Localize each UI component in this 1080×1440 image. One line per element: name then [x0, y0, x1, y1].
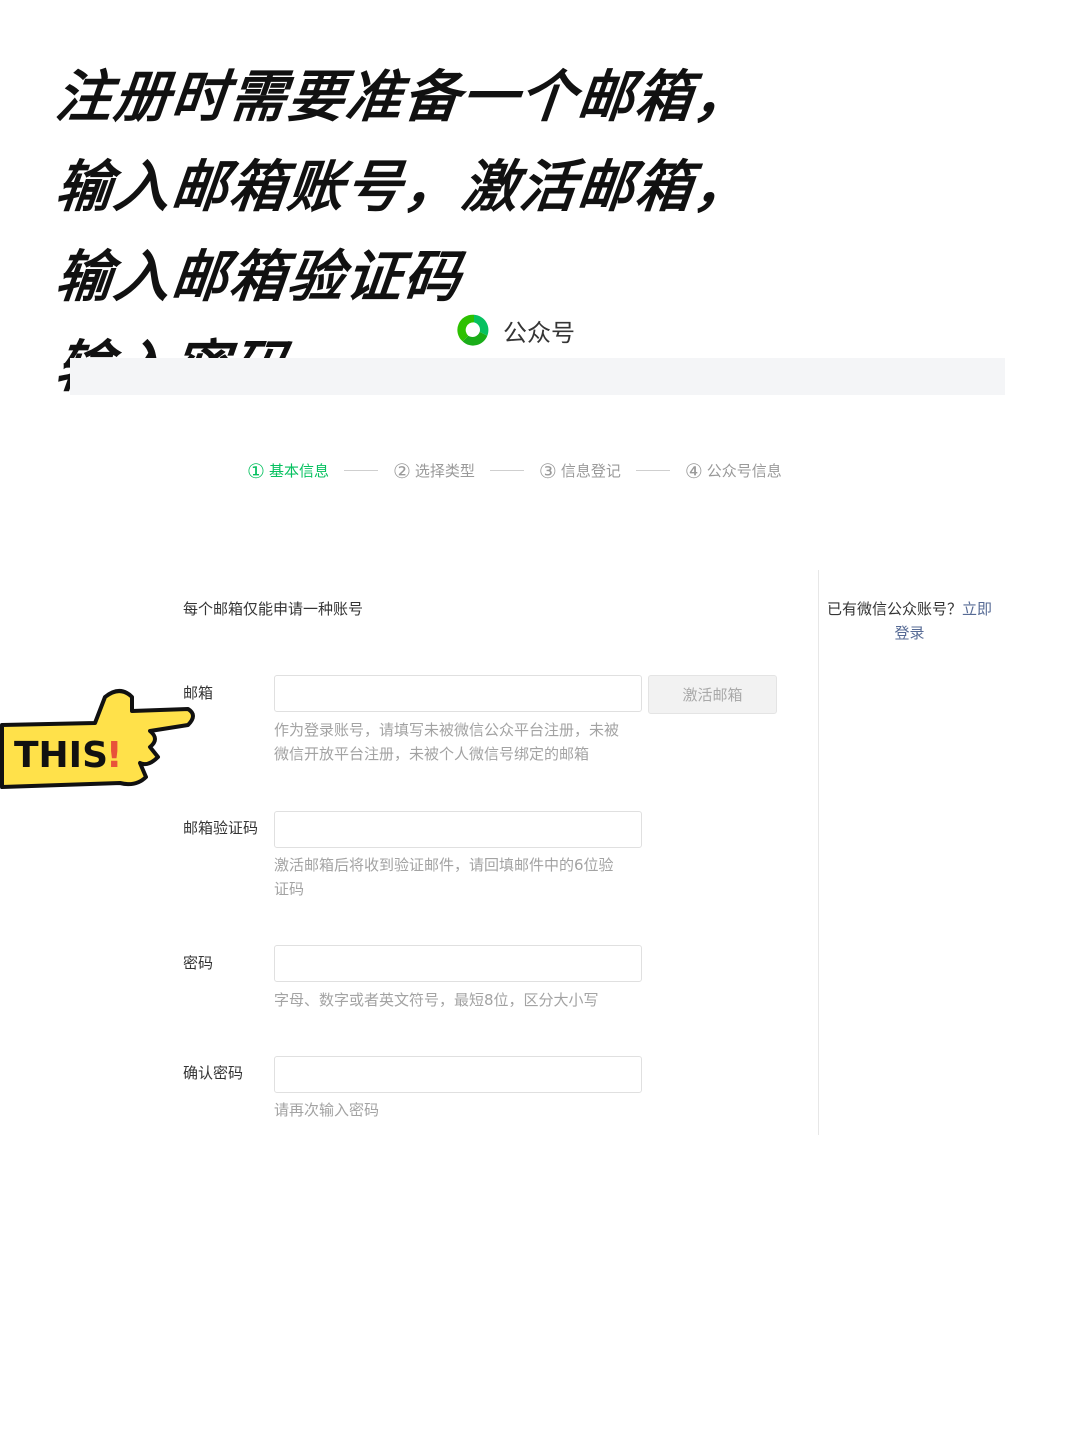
step-number: ④ [684, 458, 703, 483]
confirm-password-tip: 请再次输入密码 [274, 1101, 380, 1119]
step-choose-type: ② 选择类型 [393, 460, 475, 481]
svg-text:THIS: THIS [14, 735, 108, 776]
password-field[interactable] [274, 945, 642, 982]
note-line-3: 输入邮箱验证码 [52, 244, 466, 310]
step-separator [635, 470, 670, 471]
note-line-2: 输入邮箱账号，激活邮箱， [52, 154, 756, 220]
step-number: ① [247, 458, 265, 483]
form-intro: 每个邮箱仅能申请一种账号 [183, 600, 364, 618]
existing-account-note: 已有微信公众账号？立即登录 [822, 597, 997, 645]
this-pointing-hand-icon: THIS ! [0, 689, 195, 789]
existing-account-text: 已有微信公众账号？ [826, 600, 962, 618]
password-tip: 字母、数字或者英文符号，最短8位，区分大小写 [274, 991, 599, 1009]
confirm-password-field[interactable] [274, 1056, 642, 1093]
brand-name: 公众号 [503, 319, 575, 347]
step-label: 公众号信息 [706, 462, 782, 480]
step-number: ③ [538, 458, 557, 483]
wechat-official-account-logo-icon [457, 314, 489, 346]
step-number: ② [392, 458, 411, 483]
email-field[interactable] [274, 675, 642, 712]
step-label: 选择类型 [414, 462, 475, 480]
step-account-info: ④ 公众号信息 [685, 460, 782, 481]
panel-divider [818, 570, 819, 1135]
step-separator [489, 470, 524, 471]
email-code-tip: 激活邮箱后将收到验证邮件，请回填邮件中的6位验证码 [274, 856, 614, 898]
brand[interactable]: 公众号 [455, 311, 575, 349]
email-code-label: 邮箱验证码 [183, 819, 259, 837]
registration-steps: ① 基本信息 ② 选择类型 ③ 信息登记 ④ 公众号信息 [247, 460, 782, 481]
step-basic-info: ① 基本信息 [247, 460, 329, 481]
step-label: 基本信息 [268, 462, 329, 480]
confirm-password-label: 确认密码 [183, 1064, 244, 1082]
step-label: 信息登记 [560, 462, 621, 480]
step-separator [343, 470, 378, 471]
email-tip: 作为登录账号，请填写未被微信公众平台注册，未被微信开放平台注册，未被个人微信号绑… [274, 721, 620, 763]
password-label: 密码 [183, 954, 214, 972]
svg-text:!: ! [106, 735, 122, 776]
step-info-registration: ③ 信息登记 [539, 460, 621, 481]
activate-email-button[interactable]: 激活邮箱 [648, 675, 777, 714]
note-line-1: 注册时需要准备一个邮箱， [52, 64, 756, 130]
email-code-field[interactable] [274, 811, 642, 848]
header-bar [70, 358, 1005, 395]
